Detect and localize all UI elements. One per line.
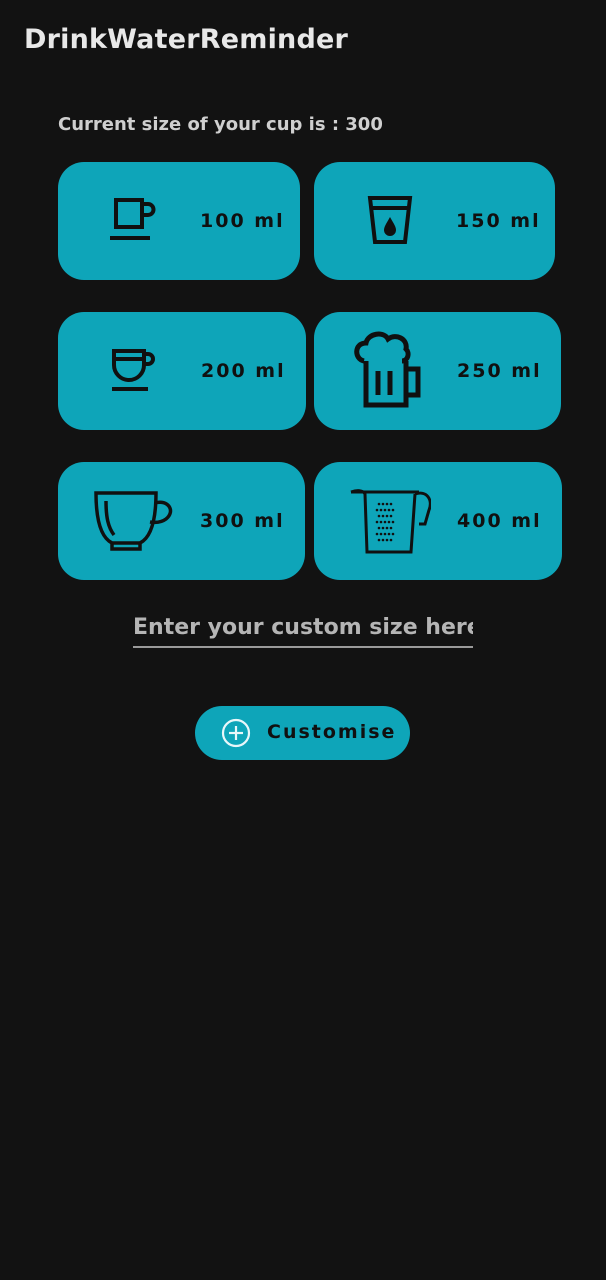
cup-size-label: 250 ml <box>457 360 542 382</box>
espresso-cup-icon <box>112 349 155 391</box>
coffee-cup-saucer-icon <box>110 198 156 240</box>
cup-option-300[interactable]: 300 ml <box>58 462 305 580</box>
cup-option-100[interactable]: 100 ml <box>58 162 300 280</box>
app-title: DrinkWaterReminder <box>24 24 349 55</box>
cup-size-label: 150 ml <box>456 210 541 232</box>
plus-circle-icon <box>221 718 251 748</box>
cup-size-label: 300 ml <box>200 510 285 532</box>
cup-option-250[interactable]: 250 ml <box>314 312 561 430</box>
cup-size-label: 100 ml <box>200 210 285 232</box>
cup-option-200[interactable]: 200 ml <box>58 312 306 430</box>
cup-size-label: 400 ml <box>457 510 542 532</box>
custom-size-input[interactable] <box>133 608 473 648</box>
measuring-jug-icon <box>350 489 431 554</box>
cup-size-label: 200 ml <box>201 360 286 382</box>
beer-mug-icon <box>354 331 421 408</box>
water-glass-drop-icon <box>367 196 413 244</box>
tea-cup-icon <box>94 491 173 551</box>
customise-button[interactable]: Customise <box>195 706 410 760</box>
customise-button-label: Customise <box>267 721 397 743</box>
current-cup-size-text: Current size of your cup is : 300 <box>58 114 383 135</box>
cup-option-400[interactable]: 400 ml <box>314 462 562 580</box>
cup-option-150[interactable]: 150 ml <box>314 162 555 280</box>
